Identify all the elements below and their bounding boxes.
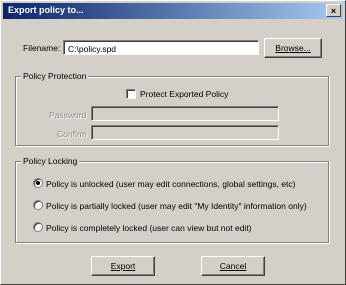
title-bar[interactable]: Export policy to... ×	[3, 3, 343, 19]
policy-protection-title: Policy Protection	[21, 71, 89, 81]
radio-unlocked-label: Policy is unlocked (user may edit connec…	[46, 179, 296, 189]
browse-button[interactable]: Browse...	[264, 38, 322, 58]
password-input[interactable]	[91, 106, 279, 121]
close-button[interactable]: ×	[326, 4, 341, 17]
radio-completely-locked-label: Policy is completely locked (user can vi…	[46, 223, 252, 233]
confirm-label: Confirm	[57, 129, 87, 139]
radio-unlocked[interactable]	[33, 178, 43, 188]
password-label: Password	[49, 110, 87, 120]
close-icon: ×	[330, 6, 337, 16]
radio-partially-locked[interactable]	[33, 200, 43, 210]
radio-completely-locked[interactable]	[33, 222, 43, 232]
protect-policy-checkbox[interactable]	[126, 89, 136, 99]
browse-button-label: Browse...	[275, 43, 311, 53]
export-policy-dialog: Export policy to... × Filename: C:\polic…	[0, 0, 346, 285]
policy-locking-title: Policy Locking	[21, 156, 80, 166]
filename-label: Filename:	[23, 43, 61, 53]
cancel-button[interactable]: Cancel	[201, 256, 265, 276]
export-button-label: Export	[110, 261, 136, 271]
dialog-title: Export policy to...	[8, 5, 84, 15]
protect-policy-label: Protect Exported Policy	[140, 89, 229, 99]
cancel-button-label: Cancel	[219, 261, 247, 271]
confirm-input[interactable]	[91, 125, 279, 140]
radio-partially-locked-label: Policy is partially locked (user may edi…	[46, 201, 307, 211]
export-button[interactable]: Export	[91, 256, 155, 276]
radio-selected-dot	[36, 181, 40, 185]
filename-input[interactable]: C:\policy.spd	[63, 40, 259, 55]
